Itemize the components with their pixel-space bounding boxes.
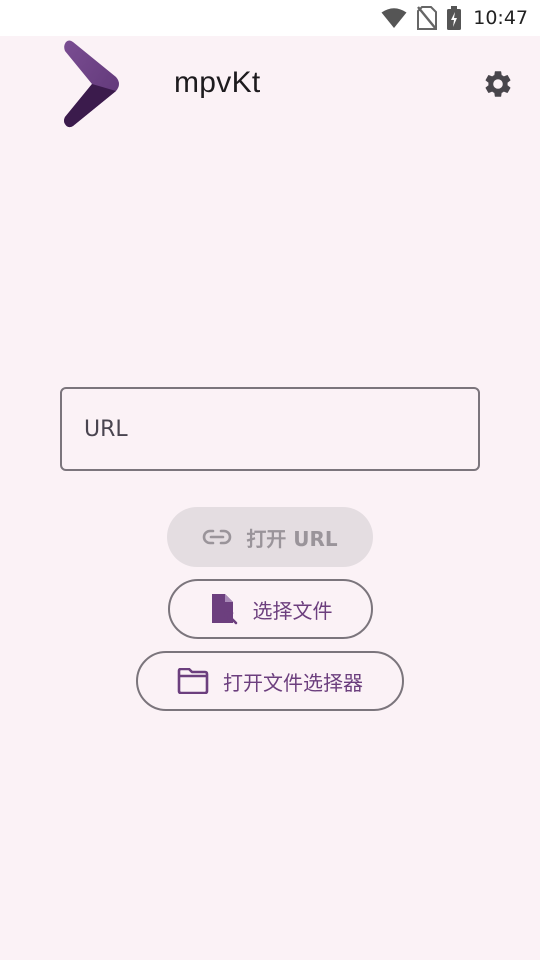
folder-icon (177, 668, 209, 694)
url-input[interactable] (84, 416, 478, 442)
pick-file-label: 选择文件 (252, 598, 333, 623)
status-time: 10:47 (473, 7, 528, 29)
pick-file-button[interactable]: 选择文件 (168, 579, 373, 639)
file-open-icon (209, 593, 239, 625)
no-sim-icon (417, 6, 438, 30)
link-icon (202, 529, 232, 545)
gear-icon (482, 68, 514, 100)
open-file-picker-button[interactable]: 打开文件选择器 (136, 651, 404, 711)
mpvkt-logo (60, 40, 122, 128)
battery-icon (447, 6, 462, 30)
wifi-icon (381, 7, 407, 29)
status-bar: 10:47 (0, 0, 540, 36)
app-title: mpvKt (174, 66, 261, 99)
file-picker-label: 打开文件选择器 (223, 670, 363, 695)
url-field[interactable] (60, 387, 480, 471)
open-url-button[interactable]: 打开 URL (167, 507, 373, 567)
open-url-label: 打开 URL (246, 526, 338, 551)
settings-button[interactable] (478, 64, 518, 104)
